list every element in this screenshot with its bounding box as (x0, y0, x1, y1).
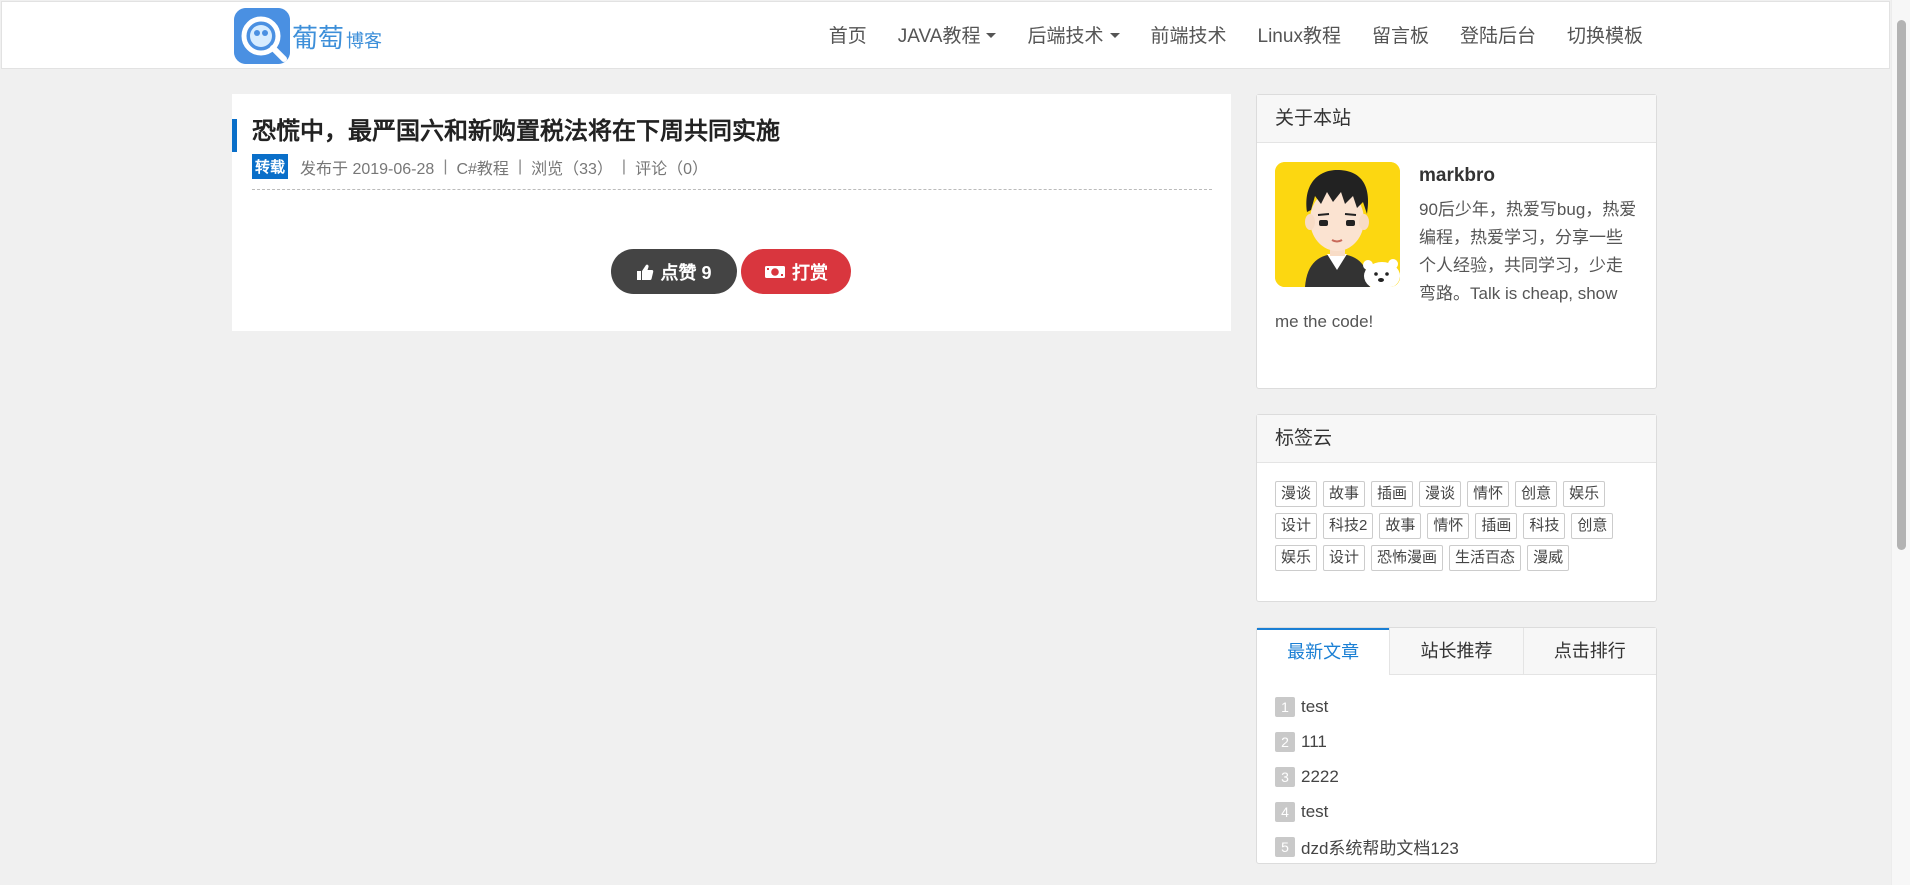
reward-button[interactable]: 打赏 (741, 249, 851, 294)
reward-label: 打赏 (792, 262, 828, 283)
nav-label: 登陆后台 (1459, 25, 1536, 47)
nav-item-login[interactable]: 登陆后台 (1460, 21, 1536, 48)
avatar (1275, 162, 1400, 287)
list-item[interactable]: 3 2222 (1275, 759, 1638, 794)
caret-down-icon (1109, 32, 1120, 38)
scrollbar-thumb[interactable] (1897, 20, 1906, 550)
view-count: 浏览（33） (531, 160, 613, 178)
tag-item[interactable]: 娱乐 (1275, 545, 1318, 571)
thumbs-up-icon (637, 264, 654, 280)
article-meta: 转载 发布于 2019-06-28 | C#教程 | 浏览（33） | 评论（0… (252, 154, 708, 179)
tab-bar: 最新文章 站长推荐 点击排行 (1257, 628, 1656, 675)
money-icon (765, 265, 785, 278)
article-link[interactable]: test (1301, 802, 1328, 822)
main-nav: 首页 JAVA教程 后端技术 前端技术 Linux教程 留言板 登陆后台 切换模… (798, 2, 1643, 66)
nav-label: Linux教程 (1257, 25, 1341, 47)
rank-number: 2 (1275, 731, 1295, 752)
nav-item-guestbook[interactable]: 留言板 (1372, 21, 1429, 48)
about-card: 关于本站 markbro 90后少年，热爱写bug，热爱编程，热爱学习，分享一些… (1256, 94, 1657, 389)
article-title: 恐慌中，最严国六和新购置税法将在下周共同实施 (252, 117, 780, 145)
nav-label: 切换模板 (1566, 25, 1643, 47)
tag-item[interactable]: 故事 (1323, 481, 1366, 507)
meta-divider (252, 189, 1212, 190)
tag-item[interactable]: 故事 (1379, 513, 1422, 539)
tag-item[interactable]: 娱乐 (1563, 481, 1606, 507)
tag-item[interactable]: 漫威 (1527, 545, 1570, 571)
nav-label: JAVA教程 (897, 25, 981, 47)
article-link[interactable]: 2222 (1301, 767, 1339, 787)
tab-recommended[interactable]: 站长推荐 (1389, 628, 1522, 674)
nav-label: 前端技术 (1150, 25, 1227, 47)
meta-separator: | (517, 157, 523, 175)
repost-badge: 转载 (252, 154, 289, 179)
tag-cloud-heading: 标签云 (1257, 415, 1656, 463)
rank-number: 3 (1275, 766, 1295, 787)
tag-cloud-card: 标签云 漫谈 故事 插画 漫谈 情怀 创意 娱乐 设计 科技2 故事 情怀 插画… (1256, 414, 1657, 602)
brand-name: 葡萄 (292, 23, 345, 54)
about-heading: 关于本站 (1257, 95, 1656, 143)
list-item[interactable]: 5 dzd系统帮助文档123 (1275, 829, 1638, 864)
rank-number: 4 (1275, 801, 1295, 822)
list-item[interactable]: 1 test (1275, 689, 1638, 724)
publish-date: 发布于 2019-06-28 (300, 160, 435, 178)
list-item[interactable]: 2 111 (1275, 724, 1638, 759)
list-item[interactable]: 4 test (1275, 794, 1638, 829)
tag-item[interactable]: 情怀 (1467, 481, 1510, 507)
tag-item[interactable]: 科技 (1523, 513, 1566, 539)
tag-list: 漫谈 故事 插画 漫谈 情怀 创意 娱乐 设计 科技2 故事 情怀 插画 科技 … (1257, 463, 1656, 571)
article-category[interactable]: C#教程 (456, 155, 508, 179)
article-tabs-card: 最新文章 站长推荐 点击排行 1 test 2 111 3 2222 4 tes… (1256, 627, 1657, 864)
nav-item-home[interactable]: 首页 (829, 21, 867, 48)
brand-suffix: 博客 (346, 30, 383, 52)
nav-label: 留言板 (1371, 25, 1429, 47)
article-link[interactable]: dzd系统帮助文档123 (1301, 834, 1459, 859)
logo-icon (234, 8, 290, 64)
tag-item[interactable]: 插画 (1371, 481, 1414, 507)
tag-item[interactable]: 情怀 (1427, 513, 1470, 539)
nav-item-java[interactable]: JAVA教程 (898, 21, 997, 48)
nav-item-switch-template[interactable]: 切换模板 (1567, 21, 1643, 48)
tag-item[interactable]: 插画 (1475, 513, 1518, 539)
tag-item[interactable]: 设计 (1275, 513, 1318, 539)
nav-label: 首页 (828, 25, 867, 47)
meta-separator: | (443, 157, 448, 175)
article-link[interactable]: 111 (1301, 732, 1327, 752)
caret-down-icon (986, 32, 997, 38)
tag-item[interactable]: 科技2 (1323, 513, 1374, 539)
tag-item[interactable]: 创意 (1571, 513, 1614, 539)
tag-item[interactable]: 设计 (1323, 545, 1366, 571)
rank-number: 5 (1275, 836, 1295, 857)
tag-item[interactable]: 恐怖漫画 (1371, 545, 1444, 571)
comment-count: 评论（0） (635, 160, 708, 178)
tag-item[interactable]: 创意 (1515, 481, 1558, 507)
tag-item[interactable]: 生活百态 (1449, 545, 1522, 571)
top-navbar: 葡萄 博客 首页 JAVA教程 后端技术 前端技术 Linux教程 留言板 登陆… (1, 1, 1890, 69)
meta-separator: | (621, 157, 627, 175)
nav-label: 后端技术 (1027, 25, 1104, 47)
tab-latest[interactable]: 最新文章 (1257, 628, 1390, 675)
nav-item-linux[interactable]: Linux教程 (1258, 21, 1341, 48)
tag-item[interactable]: 漫谈 (1419, 481, 1462, 507)
rank-number: 1 (1275, 696, 1295, 717)
tab-most-clicked[interactable]: 点击排行 (1522, 628, 1656, 674)
recent-article-list: 1 test 2 111 3 2222 4 test 5 dzd系统帮助文档12… (1257, 675, 1656, 864)
site-logo[interactable]: 葡萄 博客 (234, 8, 382, 64)
title-accent-bar (232, 119, 237, 152)
page-scrollbar[interactable] (1891, 0, 1910, 885)
tag-item[interactable]: 漫谈 (1275, 481, 1318, 507)
article-link[interactable]: test (1301, 697, 1328, 717)
nav-item-backend[interactable]: 后端技术 (1027, 21, 1120, 48)
like-button[interactable]: 点赞 9 (611, 249, 737, 294)
nav-item-frontend[interactable]: 前端技术 (1151, 21, 1227, 48)
like-label: 点赞 9 (660, 262, 712, 283)
article-card: 恐慌中，最严国六和新购置税法将在下周共同实施 转载 发布于 2019-06-28… (232, 94, 1231, 331)
